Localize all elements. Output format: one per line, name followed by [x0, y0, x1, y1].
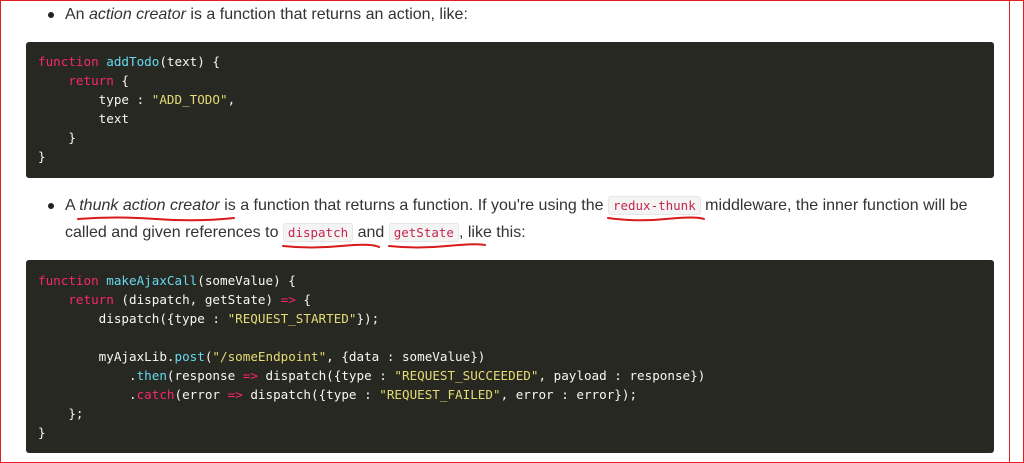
code-token: (response: [166, 368, 243, 383]
code-line: dispatch({type : "REQUEST_STARTED"});: [38, 311, 380, 326]
code-redux-thunk-text: redux-thunk: [612, 198, 696, 213]
code-token: (dispatch, getState): [113, 292, 281, 307]
bullet-dot: [48, 203, 54, 209]
code-line: }: [38, 149, 46, 164]
action-creator-paragraph: An action creator is a function that ret…: [65, 1, 468, 28]
term-action-creator: action creator: [89, 6, 186, 23]
code-token: post: [174, 349, 205, 364]
thunk-paragraph-line1: A thunk action creator is a function tha…: [65, 192, 968, 222]
code-token: "REQUEST_SUCCEEDED": [394, 368, 539, 383]
code-token: , payload : response}): [538, 368, 706, 383]
code-token: then: [136, 368, 167, 383]
code-token: =>: [280, 292, 296, 307]
code-line: function makeAjaxCall(someValue) {: [38, 273, 296, 288]
code-token: (someValue) {: [197, 273, 296, 288]
code-token: .: [38, 368, 137, 383]
code-token: dispatch({type :: [242, 387, 380, 402]
code-line: }: [38, 130, 76, 145]
code-token: catch: [136, 387, 175, 402]
code-dispatch: dispatch: [281, 223, 380, 249]
code-token: {: [295, 292, 311, 307]
code-line: };: [38, 406, 84, 421]
code-token: {: [113, 73, 130, 88]
code-token: "REQUEST_STARTED": [227, 311, 357, 326]
code-line: .catch(error => dispatch({type : "REQUES…: [38, 387, 637, 402]
code-token: =>: [242, 368, 258, 383]
code-token: dispatch({type :: [257, 368, 395, 383]
text-prefix: An: [65, 6, 90, 23]
code-token: , {data : someValue}): [326, 349, 486, 364]
code-redux-thunk: redux-thunk: [606, 196, 705, 222]
code-listing: function makeAjaxCall(someValue) { retur…: [38, 271, 994, 442]
term-thunk-wrap: thunk action creator: [77, 197, 236, 222]
text-suffix: is a function that returns an action, li…: [185, 6, 468, 23]
code-token: ,: [227, 92, 236, 107]
code-getstate: getState: [387, 223, 486, 249]
code-token: type :: [38, 92, 152, 107]
text-tail: middleware, the inner function will be: [700, 197, 968, 214]
text-prefix: A: [65, 197, 80, 214]
code-token: addTodo: [106, 54, 160, 69]
code-token: return: [68, 73, 114, 88]
code-token: }: [38, 130, 76, 145]
code-token: function: [38, 54, 107, 69]
code-token: }: [38, 149, 46, 164]
code-token: };: [38, 406, 84, 421]
code-token: myAjaxLib.: [38, 349, 175, 364]
code-token: =>: [227, 387, 243, 402]
red-underline-annotation: [606, 216, 705, 222]
code-line: return (dispatch, getState) => {: [38, 292, 311, 307]
code-line: type : "ADD_TODO",: [38, 92, 236, 107]
code-token: makeAjaxCall: [106, 273, 198, 288]
code-line: return {: [38, 73, 129, 88]
code-dispatch-text: dispatch: [287, 225, 349, 240]
text-and: and: [353, 224, 389, 241]
code-token: "REQUEST_FAILED": [379, 387, 501, 402]
code-line: text: [38, 111, 129, 126]
code-line: .then(response => dispatch({type : "REQU…: [38, 368, 705, 383]
code-token: function: [38, 273, 107, 288]
code-listing: function addTodo(text) { return { type :…: [38, 52, 994, 166]
text-middle: is a function that returns a function. I…: [219, 197, 608, 214]
thunk-paragraph-line2: called and given references to dispatch …: [65, 219, 526, 249]
code-line: function addTodo(text) {: [38, 54, 220, 69]
code-block-make-ajax-call: function makeAjaxCall(someValue) { retur…: [26, 260, 994, 453]
code-token: return: [68, 292, 114, 307]
term-thunk-action-creator: thunk action creator: [79, 197, 220, 214]
code-token: });: [356, 311, 380, 326]
text-line2-prefix: called and given references to: [65, 224, 283, 241]
code-token: .: [38, 387, 137, 402]
text-line2-suffix: , like this:: [458, 224, 526, 241]
code-token: text: [38, 111, 129, 126]
code-token: (text) {: [159, 54, 220, 69]
code-line: myAjaxLib.post("/someEndpoint", {data : …: [38, 349, 486, 364]
bullet-dot: [48, 12, 54, 18]
code-getstate-text: getState: [393, 225, 454, 240]
code-token: "ADD_TODO": [151, 92, 228, 107]
code-token: , error : error});: [500, 387, 638, 402]
code-token: }: [38, 425, 46, 440]
code-token: (error: [174, 387, 228, 402]
red-vertical-line: [1009, 0, 1010, 463]
code-block-add-todo: function addTodo(text) { return { type :…: [26, 42, 994, 178]
code-line: }: [38, 425, 46, 440]
red-underline-annotation: [387, 243, 486, 249]
code-token: "/someEndpoint": [212, 349, 327, 364]
red-underline-annotation: [281, 243, 380, 249]
code-token: dispatch({type :: [38, 311, 228, 326]
